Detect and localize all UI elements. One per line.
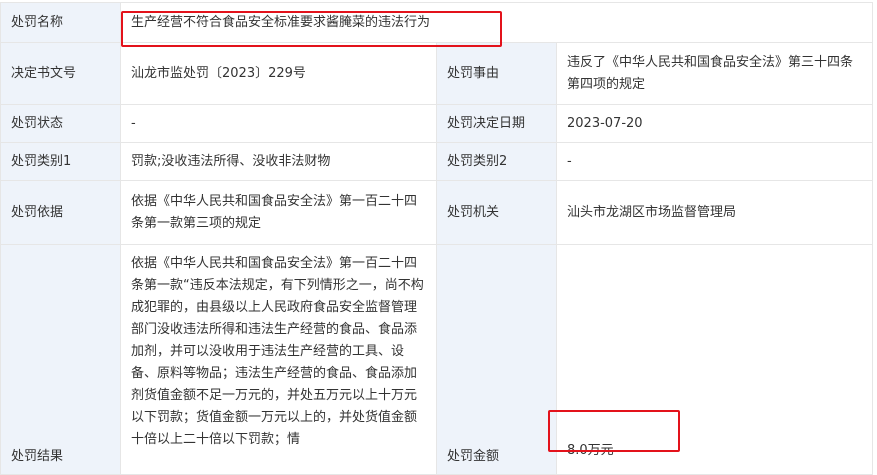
penalty-agency-value: 汕头市龙湖区市场监督管理局 (555, 180, 874, 245)
decision-date-label: 处罚决定日期 (436, 104, 557, 143)
penalty-basis-label: 处罚依据 (0, 180, 121, 245)
penalty-agency-label: 处罚机关 (436, 180, 557, 245)
penalty-name-label: 处罚名称 (0, 2, 121, 43)
penalty-info-table: 处罚名称 生产经营不符合食品安全标准要求酱腌菜的违法行为 决定书文号 汕龙市监处… (0, 2, 874, 475)
penalty-basis-value: 依据《中华人民共和国食品安全法》第一百二十四条第一款第三项的规定 (120, 180, 437, 245)
row-status: 处罚状态 - 处罚决定日期 2023-07-20 (0, 104, 874, 143)
decision-doc-label: 决定书文号 (0, 42, 121, 105)
row-decision-doc: 决定书文号 汕龙市监处罚〔2023〕229号 处罚事由 违反了《中华人民共和国食… (0, 42, 874, 105)
penalty-result-value: 依据《中华人民共和国食品安全法》第一百二十四条第一款“违反本法规定，有下列情形之… (131, 256, 424, 447)
row-result: 处罚结果 依据《中华人民共和国食品安全法》第一百二十四条第一款“违反本法规定，有… (0, 244, 874, 475)
penalty-status-value: - (120, 104, 437, 143)
penalty-category2-label: 处罚类别2 (436, 142, 557, 181)
decision-date-value: 2023-07-20 (555, 104, 874, 143)
penalty-category1-value: 罚款;没收违法所得、没收非法财物 (120, 142, 437, 181)
penalty-category2-value: - (555, 142, 874, 181)
penalty-result-label: 处罚结果 (0, 244, 121, 475)
penalty-amount-label: 处罚金额 (436, 244, 557, 475)
decision-doc-value: 汕龙市监处罚〔2023〕229号 (120, 42, 437, 105)
row-penalty-name: 处罚名称 生产经营不符合食品安全标准要求酱腌菜的违法行为 (0, 2, 874, 43)
penalty-matter-label: 处罚事由 (436, 42, 557, 105)
penalty-category1-label: 处罚类别1 (0, 142, 121, 181)
penalty-matter-value: 违反了《中华人民共和国食品安全法》第三十四条第四项的规定 (555, 42, 874, 105)
row-category: 处罚类别1 罚款;没收违法所得、没收非法财物 处罚类别2 - (0, 142, 874, 181)
penalty-amount-cell: 8.0万元 (555, 244, 874, 475)
penalty-status-label: 处罚状态 (0, 104, 121, 143)
row-basis: 处罚依据 依据《中华人民共和国食品安全法》第一百二十四条第一款第三项的规定 处罚… (0, 180, 874, 245)
penalty-result-cell: 依据《中华人民共和国食品安全法》第一百二十四条第一款“违反本法规定，有下列情形之… (120, 244, 437, 475)
penalty-name-value: 生产经营不符合食品安全标准要求酱腌菜的违法行为 (119, 2, 874, 43)
penalty-amount-value: 8.0万元 (567, 443, 614, 458)
